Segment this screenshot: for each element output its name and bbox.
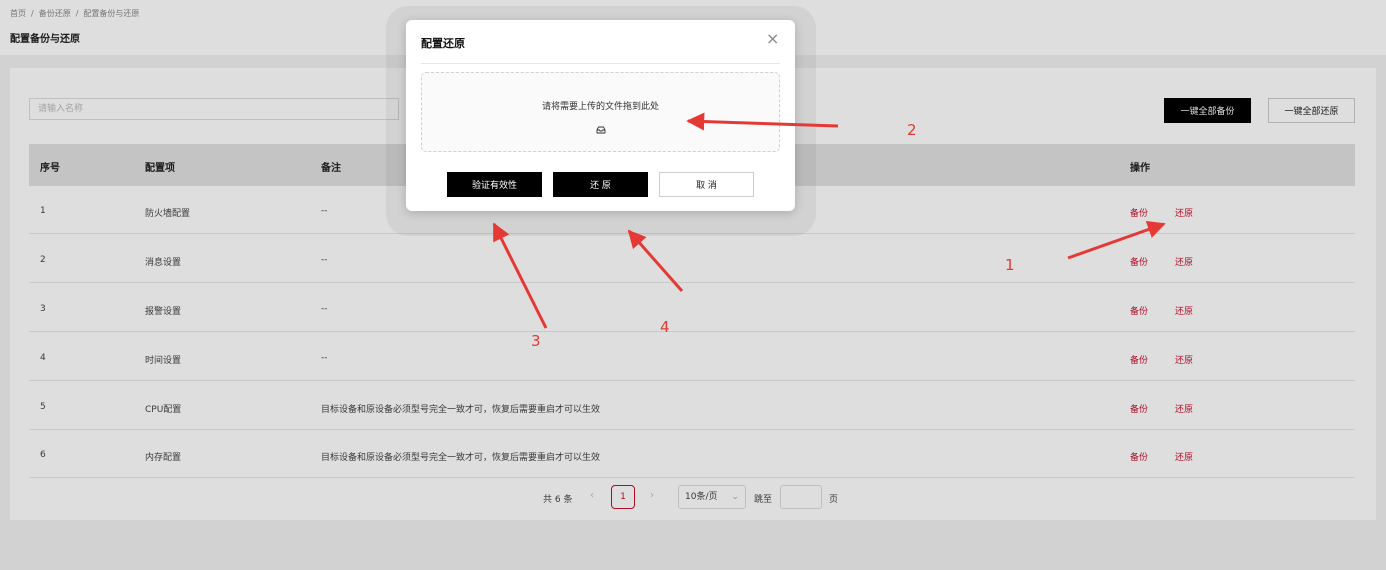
annotation-label-4: 4 — [660, 318, 670, 336]
annotation-label-3: 3 — [531, 332, 541, 350]
annotation-arrow-2 — [686, 112, 839, 131]
annotation-arrow-3 — [492, 222, 548, 329]
annotation-label-1: 1 — [1005, 256, 1015, 274]
annotation-arrow-4 — [627, 229, 684, 292]
annotation-arrows — [492, 112, 1166, 329]
annotation-label-2: 2 — [907, 121, 917, 139]
annotation-arrow-1 — [1067, 220, 1166, 260]
